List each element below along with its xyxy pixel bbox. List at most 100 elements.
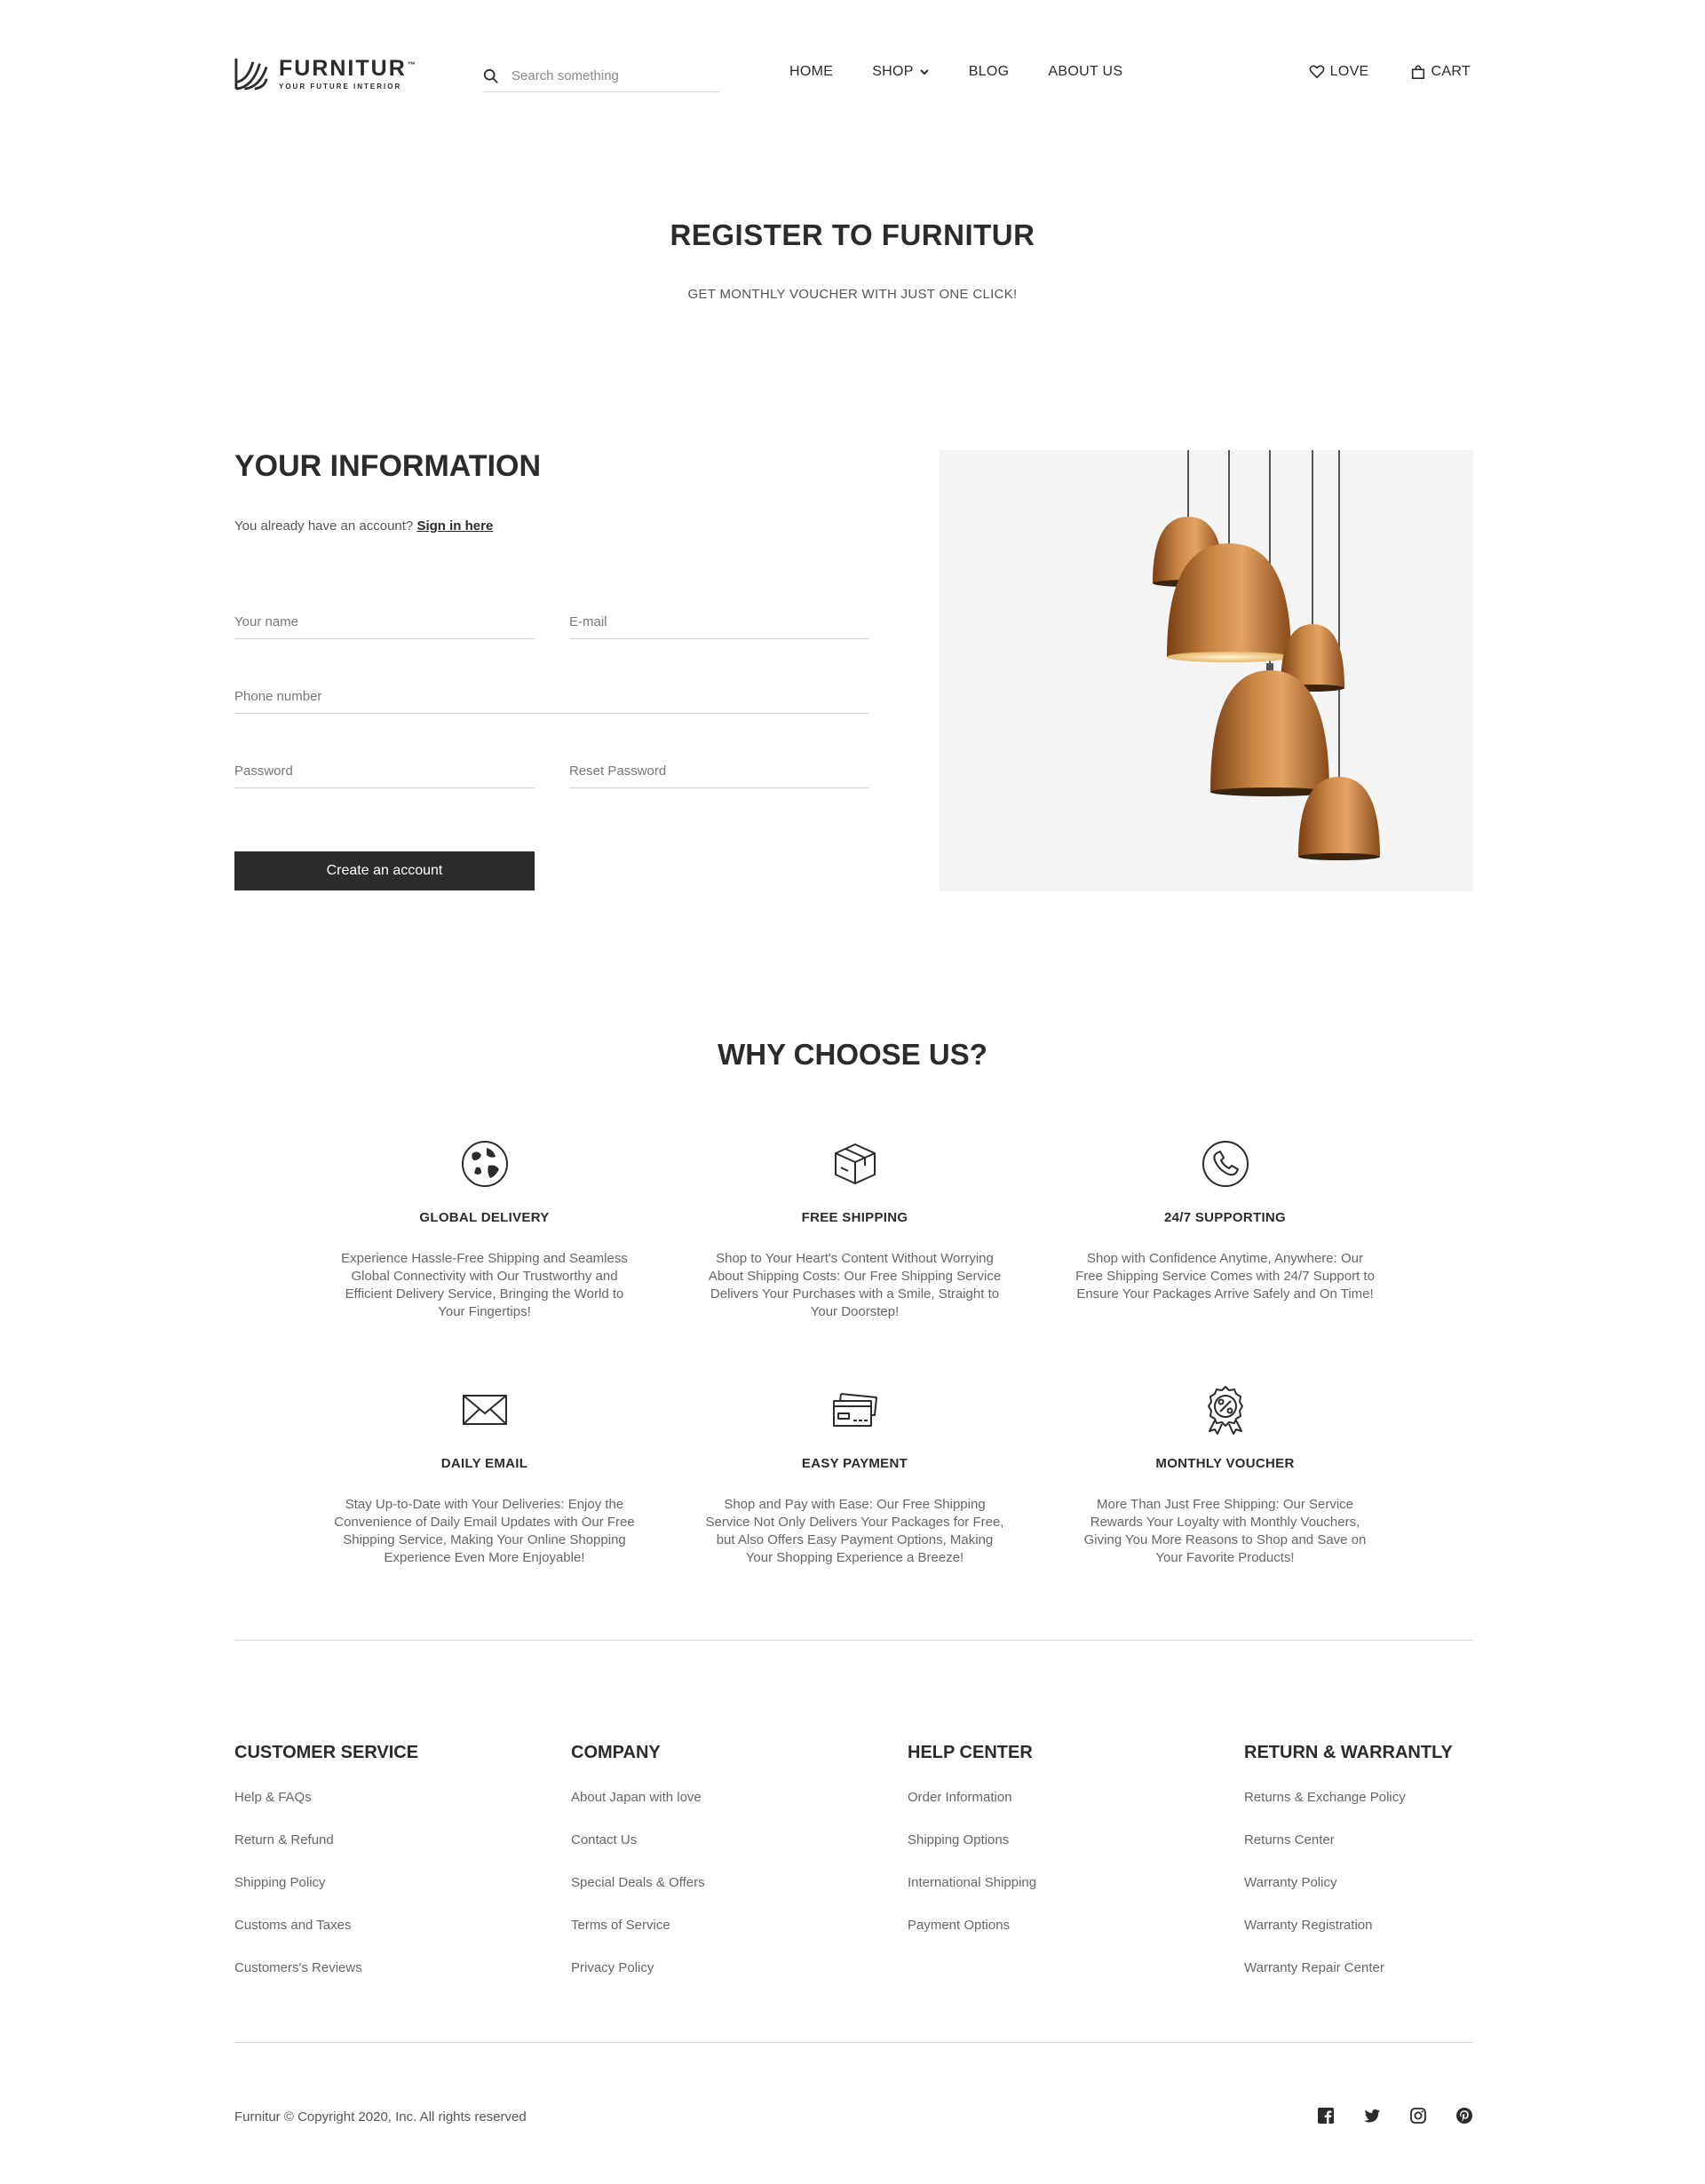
footer-link[interactable]: Terms of Service xyxy=(571,1918,837,1960)
footer-link[interactable]: Warranty Registration xyxy=(1244,1918,1511,1960)
feature-247-supporting: 24/7 SUPPORTING Shop with Confidence Any… xyxy=(1072,1139,1378,1303)
feature-title: GLOBAL DELIVERY xyxy=(419,1210,550,1225)
credit-card-icon xyxy=(832,1393,877,1427)
logo-name: FURNITUR ™ xyxy=(279,57,416,80)
email-field xyxy=(569,604,869,639)
voucher-badge-icon xyxy=(1207,1386,1243,1435)
footer-link[interactable]: Warranty Repair Center xyxy=(1244,1960,1511,2003)
shopping-bag-icon xyxy=(1411,65,1424,80)
password-field xyxy=(234,753,535,788)
email-input[interactable] xyxy=(569,614,869,629)
feature-title: MONTHLY VOUCHER xyxy=(1155,1456,1295,1471)
footer-link[interactable]: Help & FAQs xyxy=(234,1790,501,1832)
site-header: FURNITUR™ YOUR FUTURE INTERIOR HOME SHOP… xyxy=(234,53,1471,98)
logo-tagline: YOUR FUTURE INTERIOR xyxy=(279,83,402,91)
footer-column-company: COMPANY About Japan with love Contact Us… xyxy=(571,1743,837,2003)
feature-description: Shop to Your Heart's Content Without Wor… xyxy=(708,1251,1002,1319)
main-nav: HOME SHOP BLOG ABOUT US xyxy=(789,64,1162,80)
footer-link[interactable]: Order Information xyxy=(908,1790,1174,1832)
reset-password-field xyxy=(569,753,869,788)
facebook-icon[interactable] xyxy=(1317,2107,1335,2125)
feature-easy-payment: EASY PAYMENT Shop and Pay with Ease: Our… xyxy=(702,1385,1008,1567)
create-account-button[interactable]: Create an account xyxy=(234,851,535,890)
feature-title: EASY PAYMENT xyxy=(801,1456,908,1471)
cart-label: CART xyxy=(1431,64,1471,79)
footer-link[interactable]: About Japan with love xyxy=(571,1790,837,1832)
header-actions: LOVE CART xyxy=(1268,64,1471,80)
name-field xyxy=(234,604,535,639)
logo-mark-icon xyxy=(234,58,268,91)
nav-blog[interactable]: BLOG xyxy=(969,64,1010,80)
divider xyxy=(234,2042,1473,2043)
search-bar xyxy=(483,60,719,92)
nav-shop-label: SHOP xyxy=(872,64,914,79)
twitter-icon[interactable] xyxy=(1363,2107,1381,2125)
nav-about[interactable]: ABOUT US xyxy=(1048,64,1122,80)
footer-link[interactable]: Returns & Exchange Policy xyxy=(1244,1790,1511,1832)
feature-global-delivery: GLOBAL DELIVERY Experience Hassle-Free S… xyxy=(331,1139,638,1321)
footer-link[interactable]: International Shipping xyxy=(908,1875,1174,1918)
heart-icon xyxy=(1309,65,1325,79)
copyright-text: Furnitur © Copyright 2020, Inc. All righ… xyxy=(234,2109,527,2125)
footer-link[interactable]: Customers's Reviews xyxy=(234,1960,501,2003)
love-button[interactable]: LOVE xyxy=(1309,64,1369,80)
footer-column-customer-service: CUSTOMER SERVICE Help & FAQs Return & Re… xyxy=(234,1743,501,2003)
footer-column-title: RETURN & WARRANTLY xyxy=(1244,1743,1453,1762)
envelope-icon xyxy=(462,1395,507,1425)
why-choose-us-title: WHY CHOOSE US? xyxy=(718,1038,987,1071)
chevron-down-icon xyxy=(920,69,929,75)
password-input[interactable] xyxy=(234,764,535,779)
footer-link[interactable]: Contact Us xyxy=(571,1832,837,1875)
logo[interactable]: FURNITUR ™ YOUR FUTURE INTERIOR xyxy=(234,57,416,91)
form-title: YOUR INFORMATION xyxy=(234,449,542,483)
footer-column-title: HELP CENTER xyxy=(908,1743,1033,1762)
account-prompt-text: You already have an account? xyxy=(234,518,414,534)
feature-description: Experience Hassle-Free Shipping and Seam… xyxy=(341,1251,628,1319)
footer-column-return-warranty: RETURN & WARRANTLY Returns & Exchange Po… xyxy=(1244,1743,1511,2003)
footer-link[interactable]: Shipping Options xyxy=(908,1832,1174,1875)
account-prompt: You already have an account? Sign in her… xyxy=(234,518,493,534)
footer-column-title: CUSTOMER SERVICE xyxy=(234,1743,419,1762)
sign-in-link[interactable]: Sign in here xyxy=(416,518,493,534)
phone-icon xyxy=(1201,1141,1249,1187)
footer-link[interactable]: Returns Center xyxy=(1244,1832,1511,1875)
footer-link[interactable]: Privacy Policy xyxy=(571,1960,837,2003)
feature-free-shipping: FREE SHIPPING Shop to Your Heart's Conte… xyxy=(702,1139,1008,1321)
feature-description: Shop and Pay with Ease: Our Free Shippin… xyxy=(705,1497,1004,1565)
feature-description: More Than Just Free Shipping: Our Servic… xyxy=(1083,1497,1367,1565)
feature-description: Stay Up-to-Date with Your Deliveries: En… xyxy=(334,1497,635,1565)
reset-password-input[interactable] xyxy=(569,764,869,779)
pinterest-icon[interactable] xyxy=(1455,2107,1473,2125)
footer-link[interactable]: Customs and Taxes xyxy=(234,1918,501,1960)
footer-column-title: COMPANY xyxy=(571,1743,661,1762)
footer-link[interactable]: Return & Refund xyxy=(234,1832,501,1875)
feature-daily-email: DAILY EMAIL Stay Up-to-Date with Your De… xyxy=(331,1385,638,1567)
feature-monthly-voucher: MONTHLY VOUCHER More Than Just Free Ship… xyxy=(1072,1385,1378,1567)
footer-link[interactable]: Special Deals & Offers xyxy=(571,1875,837,1918)
globe-icon xyxy=(461,1141,508,1187)
instagram-icon[interactable] xyxy=(1409,2107,1427,2125)
footer-link[interactable]: Shipping Policy xyxy=(234,1875,501,1918)
trademark: ™ xyxy=(407,60,417,69)
feature-title: FREE SHIPPING xyxy=(801,1210,908,1225)
search-icon[interactable] xyxy=(483,68,499,84)
phone-field xyxy=(234,678,869,714)
feature-description: Shop with Confidence Anytime, Anywhere: … xyxy=(1075,1251,1375,1302)
love-label: LOVE xyxy=(1329,64,1369,79)
phone-input[interactable] xyxy=(234,689,869,704)
cart-button[interactable]: CART xyxy=(1410,64,1471,80)
page-subtitle: GET MONTHLY VOUCHER WITH JUST ONE CLICK! xyxy=(687,287,1018,302)
logo-text: FURNITUR ™ YOUR FUTURE INTERIOR xyxy=(279,57,416,91)
name-input[interactable] xyxy=(234,614,535,629)
footer-link[interactable]: Warranty Policy xyxy=(1244,1875,1511,1918)
lamps-illustration xyxy=(1153,450,1380,860)
feature-title: 24/7 SUPPORTING xyxy=(1163,1210,1287,1225)
footer-link[interactable]: Payment Options xyxy=(908,1918,1174,1960)
search-input[interactable] xyxy=(512,68,707,83)
feature-title: DAILY EMAIL xyxy=(440,1456,528,1471)
nav-shop[interactable]: SHOP xyxy=(872,64,930,80)
divider xyxy=(234,1640,1473,1641)
nav-home[interactable]: HOME xyxy=(789,64,833,80)
page-title: REGISTER TO FURNITUR xyxy=(670,218,1035,251)
footer-column-help-center: HELP CENTER Order Information Shipping O… xyxy=(908,1743,1174,1960)
